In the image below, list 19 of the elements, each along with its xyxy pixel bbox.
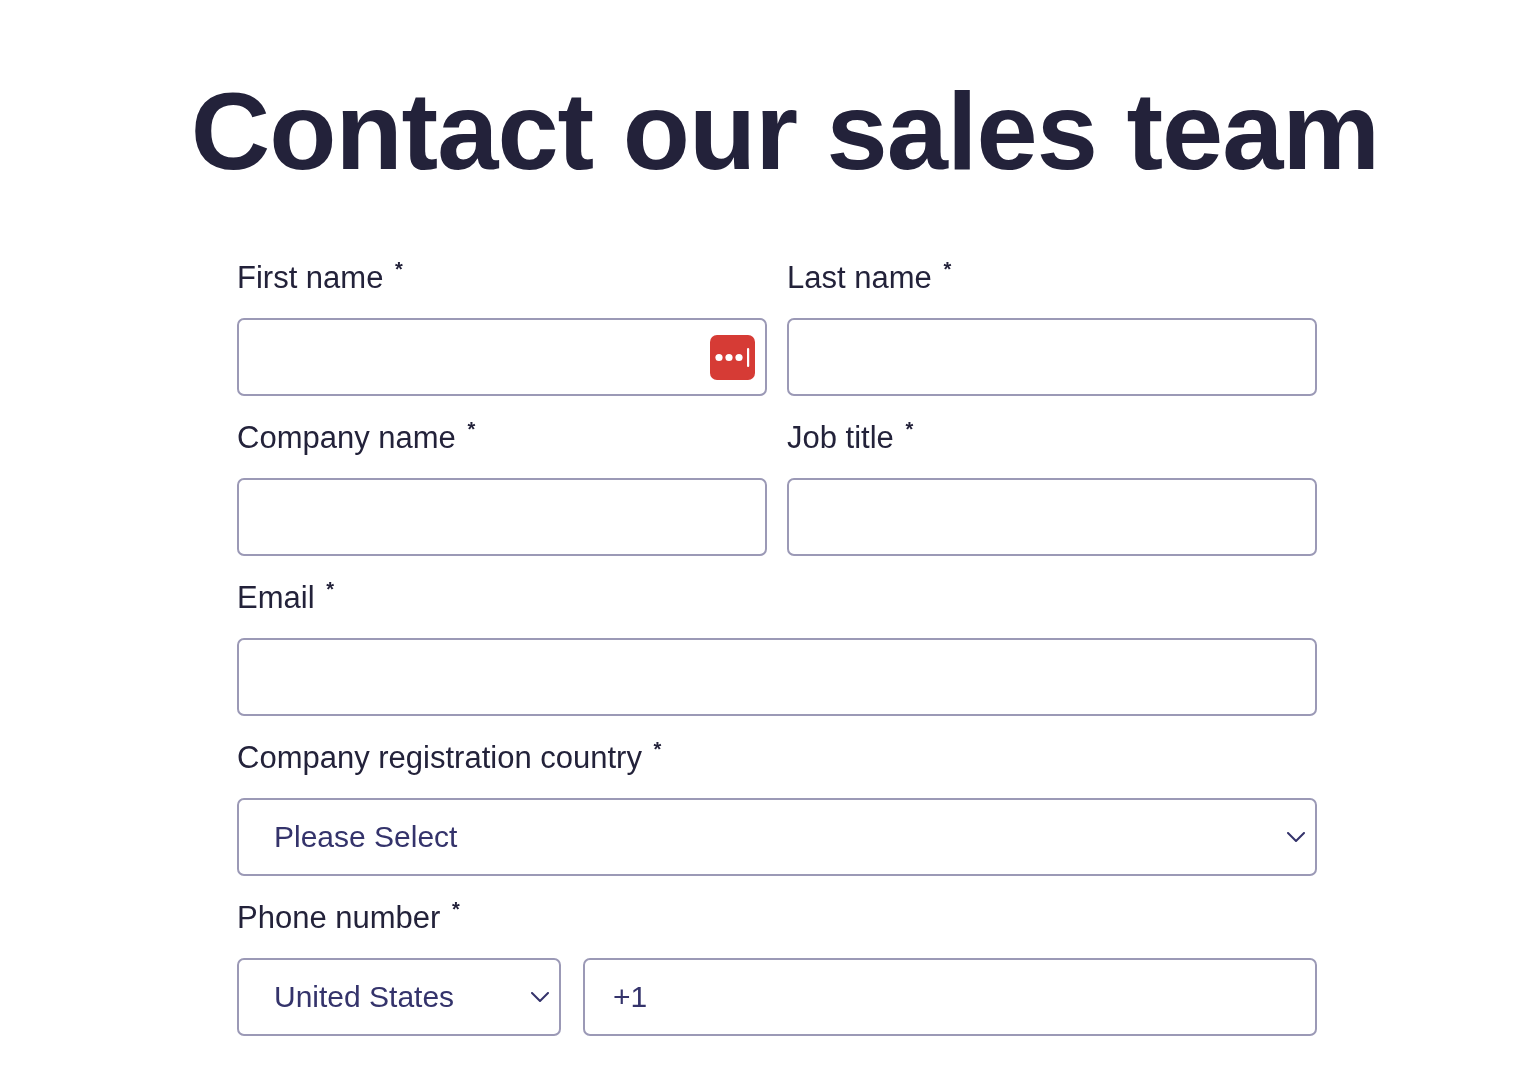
field-label: Job title $^{*}$ — [787, 420, 914, 456]
field-label: Email $^{*}$ — [237, 580, 334, 616]
text-input-field[interactable] — [787, 478, 1317, 556]
text-input-field[interactable] — [237, 638, 1317, 716]
chevron-down-icon — [1287, 832, 1305, 842]
phone-field[interactable]: +1 — [583, 958, 1317, 1036]
page-heading: Contact our sales team — [190, 76, 1380, 186]
field-label: First name $^{*}$ — [237, 260, 403, 296]
dropdown[interactable]: Please Select — [237, 798, 1317, 876]
field-label: Phone number $^{*}$ — [237, 900, 460, 936]
text-input-field[interactable] — [237, 318, 767, 396]
field-label: Company name $^{*}$ — [237, 420, 476, 456]
password-dots-icon[interactable] — [710, 334, 755, 380]
text-input-field[interactable] — [237, 478, 767, 556]
chevron-down-icon — [531, 992, 549, 1002]
country-code-dropdown[interactable]: United States — [237, 958, 561, 1036]
field-label: Company registration country $^{*}$ — [237, 740, 662, 776]
field-label: Last name $^{*}$ — [787, 260, 952, 296]
text-input-field[interactable] — [787, 318, 1317, 396]
